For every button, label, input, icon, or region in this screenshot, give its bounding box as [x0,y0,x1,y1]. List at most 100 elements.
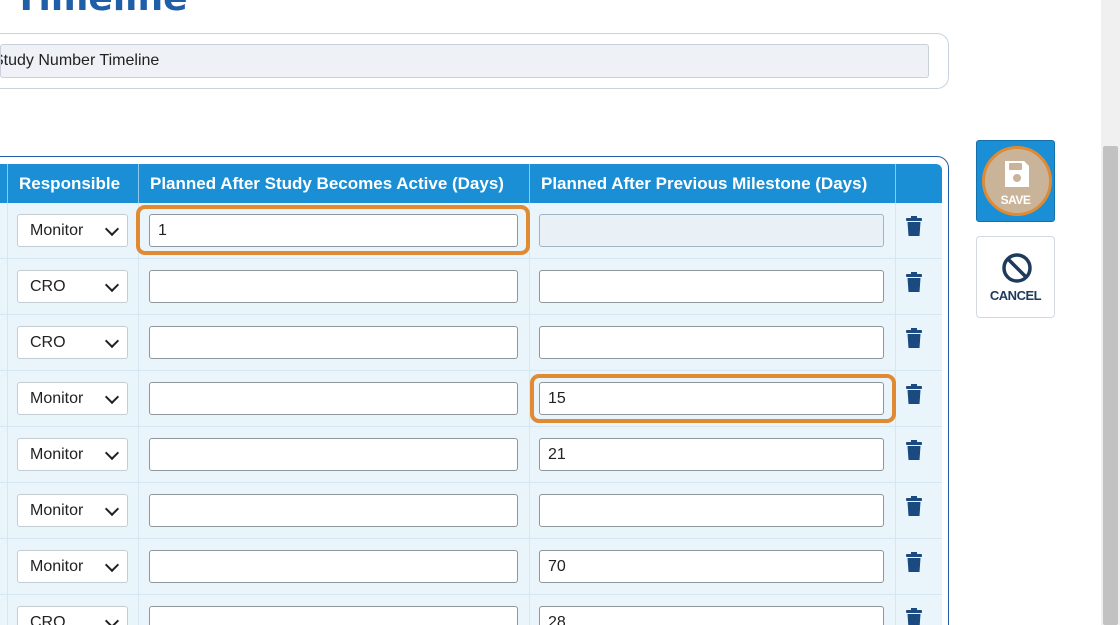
trash-icon[interactable] [906,496,922,516]
responsible-select[interactable]: CRO [17,606,128,625]
table-row: CRO [0,315,942,371]
column-divider [138,595,139,625]
responsible-select[interactable]: Monitor [17,438,128,471]
table-row: Monitor 1 [0,203,942,259]
responsible-value: Monitor [30,446,84,463]
chevron-down-icon [104,445,120,461]
planned-after-previous-input[interactable] [539,326,884,359]
prohibited-icon [1002,253,1032,283]
planned-after-previous-input[interactable] [539,270,884,303]
responsible-value: Monitor [30,222,84,239]
responsible-value: CRO [30,278,66,295]
responsible-value: Monitor [30,502,84,519]
responsible-value: CRO [30,334,66,351]
column-divider [895,595,896,625]
column-divider [138,203,139,258]
planned-after-active-input[interactable] [149,494,518,527]
planned-after-active-input[interactable] [149,438,518,471]
trash-icon[interactable] [906,384,922,404]
responsible-value: CRO [30,614,66,625]
save-button[interactable]: SAVE [976,140,1055,222]
header-actions [895,164,942,203]
header-responsible: Responsible [7,164,138,203]
column-divider [138,371,139,426]
column-divider [529,595,530,625]
page-title: Timeline [14,0,188,19]
column-divider [895,203,896,258]
trash-icon[interactable] [906,272,922,292]
chevron-down-icon [104,557,120,573]
chevron-down-icon [104,501,120,517]
column-divider [895,371,896,426]
planned-after-active-input[interactable] [149,606,518,625]
scrollbar-thumb[interactable] [1103,146,1118,625]
column-divider [895,539,896,594]
column-divider [138,259,139,314]
trash-icon[interactable] [906,552,922,572]
chevron-down-icon [104,221,120,237]
planned-after-previous-input [539,214,884,247]
column-divider [529,259,530,314]
planned-after-previous-input[interactable]: 28 [539,606,884,625]
responsible-select[interactable]: Monitor [17,382,128,415]
timeline-name-value: Study Number Timeline [0,52,160,69]
table-row: Monitor 15 [0,371,942,427]
planned-after-previous-input[interactable] [539,494,884,527]
save-label: SAVE [1000,193,1031,207]
column-divider [7,371,8,426]
trash-icon[interactable] [906,216,922,236]
column-divider [138,427,139,482]
planned-after-active-input[interactable] [149,270,518,303]
column-divider [529,483,530,538]
responsible-select[interactable]: Monitor [17,214,128,247]
column-divider [138,315,139,370]
column-divider [529,539,530,594]
table-header: Responsible Planned After Study Becomes … [0,164,942,203]
column-divider [529,371,530,426]
cancel-button[interactable]: CANCEL [976,236,1055,318]
column-divider [7,203,8,258]
responsible-select[interactable]: CRO [17,270,128,303]
table-row: CRO 28 [0,595,942,625]
responsible-select[interactable]: Monitor [17,494,128,527]
responsible-value: Monitor [30,558,84,575]
planned-after-active-input[interactable] [149,326,518,359]
planned-after-active-input[interactable] [149,382,518,415]
column-divider [138,483,139,538]
planned-after-previous-input[interactable]: 21 [539,438,884,471]
column-divider [7,427,8,482]
table-row: CRO [0,259,942,315]
trash-icon[interactable] [906,328,922,348]
column-divider [895,259,896,314]
column-divider [529,427,530,482]
planned-after-active-input[interactable] [149,550,518,583]
column-divider [529,315,530,370]
trash-icon[interactable] [906,608,922,625]
planned-after-previous-input[interactable]: 70 [539,550,884,583]
responsible-value: Monitor [30,390,84,407]
timeline-name-input[interactable]: Study Number Timeline [0,44,929,78]
planned-after-previous-input[interactable]: 15 [539,382,884,415]
column-divider [7,539,8,594]
column-divider [138,539,139,594]
timeline-editor-page: Timeline Study Number Timeline Responsib… [0,0,1120,625]
responsible-select[interactable]: Monitor [17,550,128,583]
column-divider [7,315,8,370]
planned-after-active-input[interactable]: 1 [149,214,518,247]
column-divider [7,259,8,314]
trash-icon[interactable] [906,440,922,460]
column-divider [7,483,8,538]
table-row: Monitor 70 [0,539,942,595]
chevron-down-icon [104,277,120,293]
chevron-down-icon [104,613,120,625]
table-row: Monitor [0,483,942,539]
chevron-down-icon [104,333,120,349]
table-row: Monitor 21 [0,427,942,483]
column-divider [529,203,530,258]
column-divider [895,483,896,538]
header-planned-after-previous: Planned After Previous Milestone (Days) [529,164,895,203]
column-divider [7,595,8,625]
column-divider [895,315,896,370]
responsible-select[interactable]: CRO [17,326,128,359]
floppy-disk-icon [1005,161,1029,187]
